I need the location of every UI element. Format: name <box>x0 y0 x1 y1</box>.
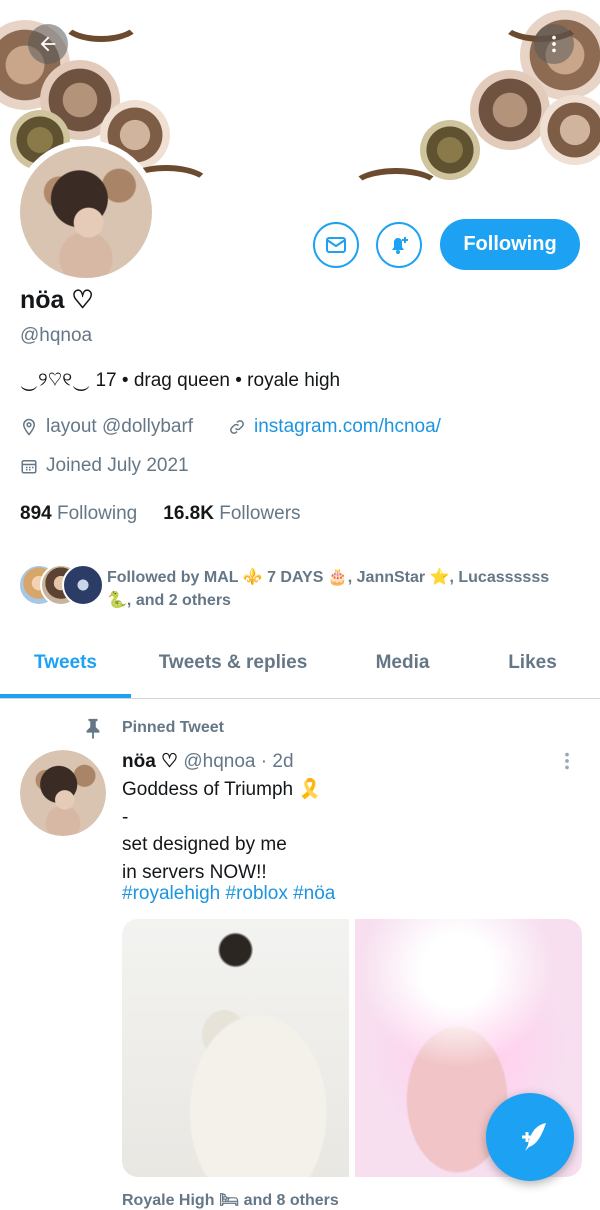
compose-tweet-button[interactable] <box>486 1093 574 1181</box>
pin-icon <box>86 718 100 739</box>
envelope-icon <box>326 237 346 253</box>
profile-handle: @hqnoa <box>20 325 93 346</box>
avatar <box>62 564 104 606</box>
feather-plus-icon <box>522 1123 546 1151</box>
calendar-icon <box>21 460 37 474</box>
tweet-author-handle[interactable]: @hqnoa <box>183 751 255 772</box>
joined-text: Joined July 2021 <box>46 455 189 476</box>
tweet-time: · 2d <box>260 751 294 772</box>
banner-decoration <box>350 168 442 200</box>
notifications-button[interactable] <box>376 222 422 268</box>
profile-location: layout @dollybarf <box>20 416 193 438</box>
followed-by-line: Followed by MAL ⚜️ 7 DAYS 🎂, JannStar ⭐,… <box>107 569 550 586</box>
back-button[interactable] <box>28 24 68 64</box>
tweet-author-name[interactable]: nöa ♡ <box>122 751 178 772</box>
tweet-avatar[interactable] <box>20 750 106 836</box>
location-pin-icon <box>22 418 36 436</box>
active-tab-indicator <box>0 694 131 698</box>
banner-decoration <box>470 70 550 150</box>
profile-bio: ‿୨♡୧‿ 17 • drag queen • royale high <box>20 370 341 391</box>
tab-media[interactable]: Media <box>335 630 470 696</box>
followed-by-avatars[interactable] <box>18 564 104 606</box>
location-text: layout @dollybarf <box>46 416 194 437</box>
tweet-menu-icon[interactable] <box>556 750 578 772</box>
more-options-button[interactable] <box>534 24 574 64</box>
profile-tabs: Tweets Tweets & replies Media Likes <box>0 630 600 699</box>
banner-decoration <box>540 95 600 165</box>
following-button[interactable]: Following <box>440 219 580 270</box>
tweet-text: Goddess of Triumph 🎗️ - set designed by … <box>122 779 323 883</box>
website-link[interactable]: instagram.com/hcnoa/ <box>254 416 441 438</box>
banner-decoration <box>60 0 142 42</box>
message-button[interactable] <box>313 222 359 268</box>
pinned-label: Pinned Tweet <box>122 719 224 736</box>
link-icon <box>230 420 244 434</box>
tab-likes[interactable]: Likes <box>470 630 595 696</box>
followers-count[interactable]: 16.8K Followers <box>163 503 300 525</box>
profile-joined: Joined July 2021 <box>20 455 189 477</box>
tweet-photo[interactable] <box>122 919 349 1177</box>
tweet-header: nöa ♡ @hqnoa · 2d <box>122 750 294 773</box>
followed-by-text[interactable]: Followed by MAL ⚜️ 7 DAYS 🎂, JannStar ⭐,… <box>107 566 587 612</box>
profile-name: nöa ♡ <box>20 286 94 314</box>
tab-tweets[interactable]: Tweets <box>0 630 131 696</box>
follow-counts: 894 Following 16.8K Followers <box>20 503 301 525</box>
followed-by-line: 🐍, and 2 others <box>107 592 231 609</box>
banner-decoration <box>420 120 480 180</box>
tweet-footer-partial: Royale High 🛏 and 8 others <box>122 1192 339 1209</box>
vertical-dots-icon <box>552 35 556 53</box>
tweet-hashtags[interactable]: #royalehigh #roblox #nöa <box>122 883 335 905</box>
profile-website[interactable]: instagram.com/hcnoa/ <box>228 416 441 438</box>
profile-avatar[interactable] <box>14 140 158 284</box>
following-count[interactable]: 894 Following <box>20 503 137 525</box>
arrow-left-icon <box>40 36 56 52</box>
tab-tweets-replies[interactable]: Tweets & replies <box>131 630 335 696</box>
bell-plus-icon <box>392 237 408 254</box>
